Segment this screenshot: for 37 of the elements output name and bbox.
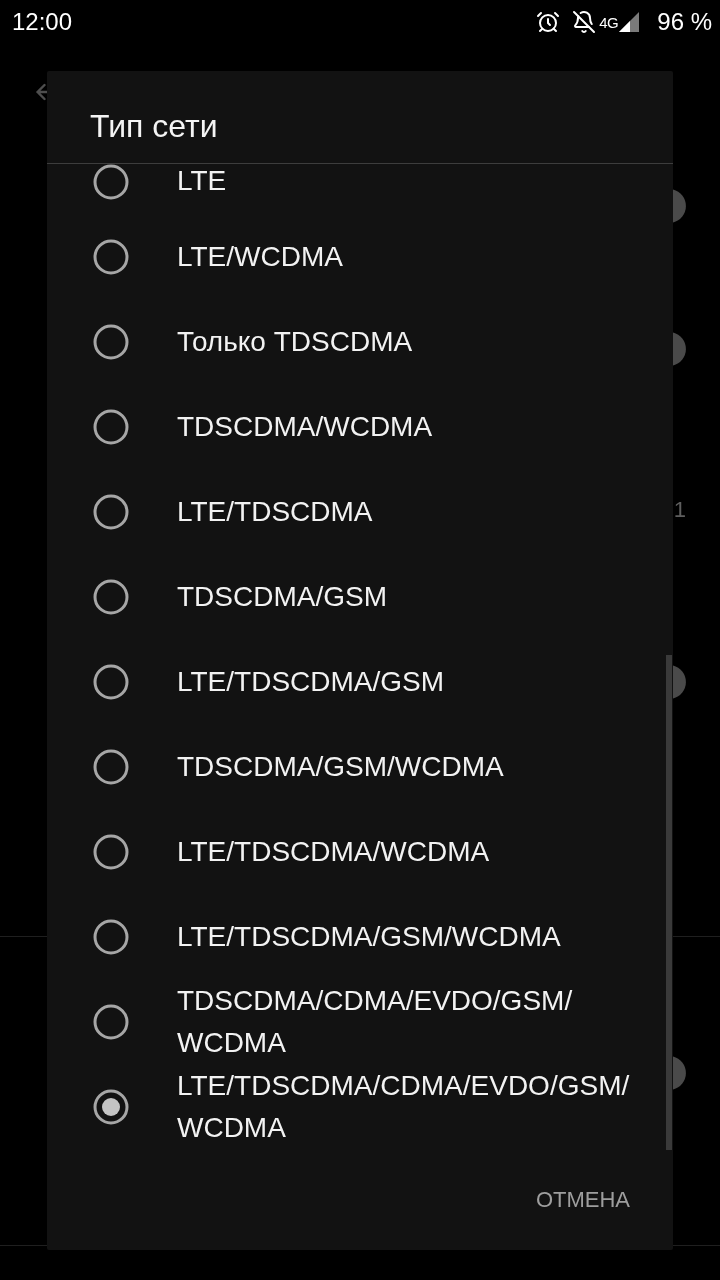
alarm-clock-icon: [536, 10, 561, 34]
toggle-knob-icon: [673, 665, 686, 699]
network-type: 4G: [599, 14, 619, 30]
radio-button[interactable]: [93, 238, 129, 275]
option-label[interactable]: TDSCDMA/GSM: [177, 575, 387, 618]
option-label[interactable]: Только TDSCDMA: [177, 320, 413, 363]
radio-button[interactable]: [93, 578, 129, 615]
cancel-button[interactable]: ОТМЕНА: [522, 1177, 643, 1223]
option-label[interactable]: TDSCDMA/GSM/WCDMA: [177, 745, 504, 788]
setting-value: 1: [673, 499, 686, 521]
radio-button[interactable]: [93, 748, 129, 785]
radio-button[interactable]: [93, 918, 129, 955]
radio-button[interactable]: [93, 323, 129, 360]
option-label[interactable]: LTE: [177, 164, 227, 198]
signal-icon: [619, 12, 640, 32]
radio-button[interactable]: [93, 164, 129, 200]
radio-button[interactable]: [93, 1003, 129, 1040]
option-label[interactable]: TDSCDMA/WCDMA: [177, 405, 433, 448]
option-label[interactable]: LTE/TDSCDMA/CDMA/EVDO/GSM/WCDMA: [177, 1064, 635, 1149]
radio-button[interactable]: [93, 663, 129, 700]
option-label[interactable]: LTE/TDSCDMA/GSM/WCDMA: [177, 915, 561, 958]
status-time: 12:00: [12, 10, 73, 34]
option-label[interactable]: TDSCDMA/CDMA/EVDO/GSM/WCDMA: [177, 979, 635, 1064]
radio-button[interactable]: [93, 408, 129, 445]
option-label[interactable]: LTE/TDSCDMA/GSM: [177, 660, 445, 703]
battery-percent: 96 %: [657, 10, 712, 34]
option-label[interactable]: LTE/TDSCDMA: [177, 490, 373, 533]
radio-button[interactable]: [93, 493, 129, 530]
toggle-knob-icon: [673, 1056, 686, 1090]
radio-button[interactable]: [93, 1088, 129, 1125]
option-label[interactable]: LTE/TDSCDMA/WCDMA: [177, 830, 490, 873]
toggle-knob-icon: [673, 332, 686, 366]
radio-button[interactable]: [93, 833, 129, 870]
dialog-title: Тип сети: [90, 106, 218, 146]
option-label[interactable]: LTE/WCDMA: [177, 235, 343, 278]
toggle-knob-icon: [673, 189, 686, 223]
bell-off-icon: [572, 10, 597, 34]
